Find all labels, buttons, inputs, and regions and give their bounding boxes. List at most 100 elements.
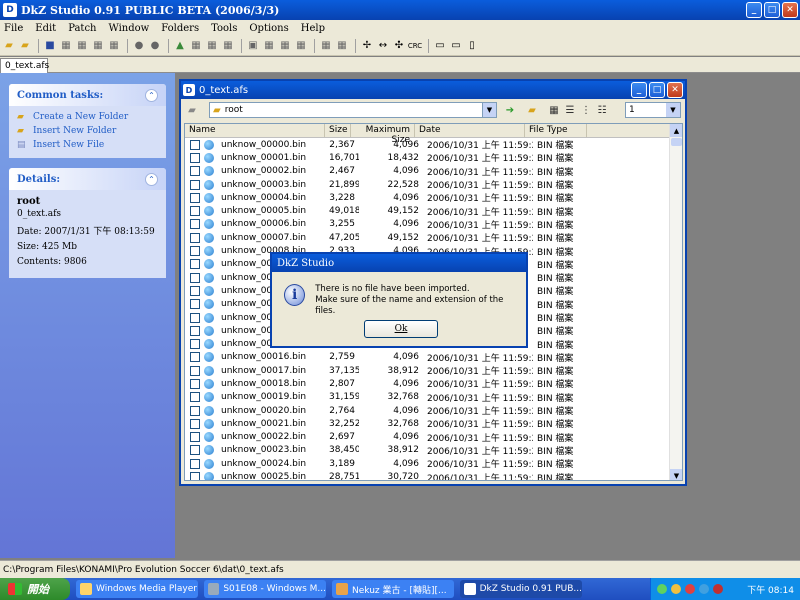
book-icon[interactable]: ▯ [465, 39, 479, 53]
menu-window[interactable]: Window [109, 23, 150, 34]
row-checkbox[interactable] [190, 232, 200, 243]
volume-icon[interactable] [671, 584, 681, 594]
child-close-button[interactable]: ✕ [667, 82, 683, 98]
table-row[interactable]: unknow_00025.bin 28,751 30,720 2006/10/31 上… [185, 470, 682, 480]
table-row[interactable]: unknow_00023.bin 38,450 38,912 2006/10/31 上… [185, 444, 682, 457]
row-checkbox[interactable] [190, 259, 200, 270]
chevron-down-icon[interactable]: ▼ [482, 103, 496, 117]
table-row[interactable]: unknow_00016.bin 2,759 4,096 2006/10/31 上午 … [185, 351, 682, 364]
table-row[interactable]: unknow_00021.bin 32,252 32,768 2006/10/31 上… [185, 417, 682, 430]
crc-icon[interactable]: CRC [408, 39, 422, 53]
table-row[interactable]: unknow_00007.bin 47,205 49,152 2006/10/31 上… [185, 231, 682, 244]
patch-apply-icon[interactable]: ▦ [189, 39, 203, 53]
arrange-icon[interactable]: ▦ [294, 39, 308, 53]
go-arrow-icon[interactable]: ➔ [503, 103, 517, 117]
table-row[interactable]: unknow_00019.bin 31,159 32,768 2006/10/31 上… [185, 391, 682, 404]
taskbar-windows-media-player[interactable]: Windows Media Player [76, 580, 198, 598]
patch-list-icon[interactable]: ▦ [221, 39, 235, 53]
up-folder-icon[interactable]: ▰ [185, 103, 199, 117]
row-checkbox[interactable] [190, 325, 200, 336]
row-checkbox[interactable] [190, 179, 200, 190]
split-icon[interactable]: ✣ [392, 39, 406, 53]
scroll-down-icon[interactable]: ▼ [670, 469, 682, 480]
table-row[interactable]: unknow_00004.bin 3,228 4,096 2006/10/31 上午 … [185, 191, 682, 204]
view-icons-icon[interactable]: ☷ [595, 103, 609, 117]
row-checkbox[interactable] [190, 339, 200, 350]
table-row[interactable]: unknow_00006.bin 3,255 4,096 2006/10/31 上午 … [185, 218, 682, 231]
column-max-size[interactable]: Maximum Size [351, 124, 415, 145]
app-icon[interactable]: D [3, 3, 17, 17]
open-folder-icon[interactable]: ▰ [2, 39, 16, 53]
row-checkbox[interactable] [190, 206, 200, 217]
expand-icon[interactable]: ↔ [376, 39, 390, 53]
child-minimize-button[interactable]: _ [631, 82, 647, 98]
path-combobox[interactable]: ▰ root ▼ [209, 102, 497, 118]
table-row[interactable]: unknow_00003.bin 21,899 22,528 2006/10/31 上… [185, 178, 682, 191]
row-checkbox[interactable] [190, 152, 200, 163]
row-checkbox[interactable] [190, 378, 200, 389]
antivirus-icon[interactable] [685, 584, 695, 594]
row-checkbox[interactable] [190, 139, 200, 150]
open-recent-icon[interactable]: ▰ [18, 39, 32, 53]
menu-options[interactable]: Options [249, 23, 288, 34]
export-icon[interactable]: ▦ [75, 39, 89, 53]
patch-icon[interactable]: ▲ [173, 39, 187, 53]
column-date[interactable]: Date [415, 124, 525, 137]
compress-icon[interactable]: ✢ [360, 39, 374, 53]
child-app-icon[interactable]: D [183, 84, 195, 96]
tab-0-text-afs[interactable]: 0_text.afs [0, 58, 49, 73]
table-row[interactable]: unknow_00018.bin 2,807 4,096 2006/10/31 上午 … [185, 377, 682, 390]
row-checkbox[interactable] [190, 432, 200, 443]
row-checkbox[interactable] [190, 392, 200, 403]
page-select[interactable]: 1 ▼ [625, 102, 681, 118]
collapse-icon[interactable]: ⌃ [145, 88, 158, 102]
folder-remove-icon[interactable]: ▦ [335, 39, 349, 53]
column-size[interactable]: Size [325, 124, 351, 137]
scroll-thumb[interactable] [671, 138, 682, 146]
view-details-icon[interactable]: ▦ [547, 103, 561, 117]
view-icon[interactable]: ▭ [449, 39, 463, 53]
common-tasks-header[interactable]: Common tasks: ⌃ [9, 84, 166, 106]
insert-new-folder-link[interactable]: ▰ Insert New Folder [17, 124, 158, 138]
circle-right-icon[interactable]: ● [148, 39, 162, 53]
table-row[interactable]: unknow_00022.bin 2,697 4,096 2006/10/31 上午 … [185, 431, 682, 444]
cascade-icon[interactable]: ▦ [262, 39, 276, 53]
circle-left-icon[interactable]: ● [132, 39, 146, 53]
row-checkbox[interactable] [190, 299, 200, 310]
menu-help[interactable]: Help [301, 23, 325, 34]
menu-edit[interactable]: Edit [35, 23, 56, 34]
table-row[interactable]: unknow_00005.bin 49,018 49,152 2006/10/31 上… [185, 204, 682, 218]
row-checkbox[interactable] [190, 418, 200, 429]
view-list-icon[interactable]: ☰ [563, 103, 577, 117]
taskbar-dkz-studio[interactable]: DkZ Studio 0.91 PUB... [460, 580, 582, 598]
window-icon[interactable]: ▣ [246, 39, 260, 53]
row-checkbox[interactable] [190, 405, 200, 416]
row-checkbox[interactable] [190, 246, 200, 257]
collapse-icon[interactable]: ⌃ [145, 172, 158, 186]
import-icon[interactable]: ▦ [59, 39, 73, 53]
chevron-down-icon[interactable]: ▼ [666, 103, 680, 117]
row-checkbox[interactable] [190, 352, 200, 363]
row-checkbox[interactable] [190, 312, 200, 323]
new-folder-icon[interactable]: ▰ [525, 103, 539, 117]
child-maximize-button[interactable]: □ [649, 82, 665, 98]
taskbar-media-player-video[interactable]: S01E08 - Windows M... [204, 580, 326, 598]
tile-icon[interactable]: ▦ [278, 39, 292, 53]
details-header[interactable]: Details: ⌃ [9, 168, 166, 190]
scroll-up-icon[interactable]: ▲ [670, 124, 682, 137]
row-checkbox[interactable] [190, 192, 200, 203]
folder-add-icon[interactable]: ▦ [319, 39, 333, 53]
start-button[interactable]: 開始 [0, 578, 70, 600]
close-button[interactable]: ✕ [782, 2, 798, 18]
menu-tools[interactable]: Tools [211, 23, 237, 34]
view-tree-icon[interactable]: ⋮ [579, 103, 593, 117]
paste-icon[interactable]: ▦ [107, 39, 121, 53]
row-checkbox[interactable] [190, 365, 200, 376]
menu-file[interactable]: File [4, 23, 23, 34]
options-icon[interactable]: ▭ [433, 39, 447, 53]
network-icon[interactable] [657, 584, 667, 594]
security-icon[interactable] [713, 584, 723, 594]
create-new-folder-link[interactable]: ▰ Create a New Folder [17, 110, 158, 124]
row-checkbox[interactable] [190, 458, 200, 469]
table-row[interactable]: unknow_00002.bin 2,467 4,096 2006/10/31 上午 … [185, 165, 682, 178]
